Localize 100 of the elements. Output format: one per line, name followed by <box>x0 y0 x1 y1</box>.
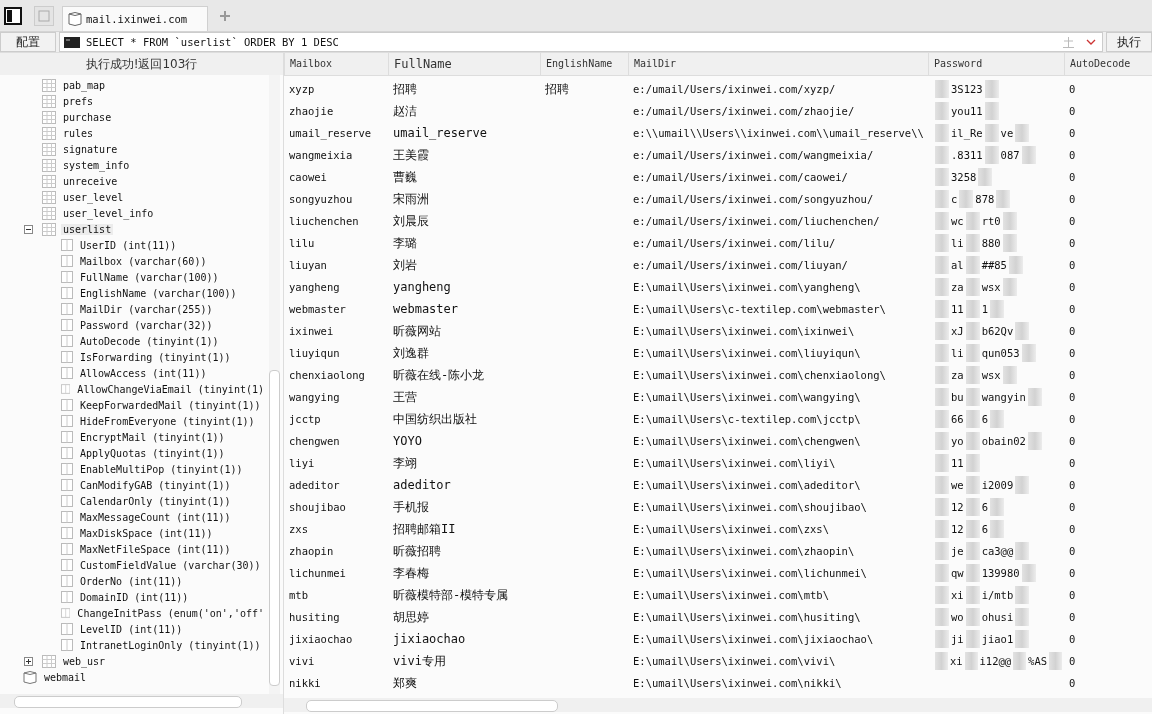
column-item[interactable]: ChangeInitPass (enum('on','off' <box>75 607 266 619</box>
table-cell: E:\umail\Users\ixinwei.com\yangheng\ <box>633 281 861 293</box>
table-cell: 昕薇模特部-模特专属 <box>393 586 509 604</box>
table-cell: e:/umail/Users/ixinwei.com/liuyan/ <box>633 259 848 271</box>
vertical-scrollbar[interactable] <box>269 75 280 694</box>
window-icon[interactable] <box>34 5 54 26</box>
table-item[interactable]: rules <box>61 127 96 139</box>
database-icon <box>23 669 37 685</box>
add-tab-icon[interactable] <box>220 10 230 21</box>
table-cell: 0 <box>1069 655 1076 667</box>
table-item[interactable]: signature <box>61 143 120 155</box>
column-icon <box>61 399 73 411</box>
table-item[interactable]: userlist <box>61 223 114 235</box>
column-item[interactable]: AllowChangeViaEmail (tinyint(1) <box>75 383 266 395</box>
table-item[interactable]: user_level_info <box>61 207 156 219</box>
expander-icon[interactable] <box>24 224 33 234</box>
redaction-mosaic <box>965 432 980 450</box>
column-item[interactable]: LevelID (int(11)) <box>78 623 185 635</box>
sidebar-toggle-icon[interactable] <box>4 6 22 25</box>
redaction-mosaic <box>935 80 949 98</box>
table-icon <box>42 654 56 668</box>
column-item[interactable]: FullName (varchar(100)) <box>78 271 221 283</box>
column-item[interactable]: KeepForwardedMail (tinyint(1)) <box>78 399 263 411</box>
expander-icon[interactable] <box>24 656 33 666</box>
horizontal-scrollbar[interactable] <box>284 698 1152 712</box>
run-button[interactable]: 执行 <box>1106 32 1152 52</box>
redaction-mosaic <box>935 476 949 494</box>
table-item[interactable]: unreceive <box>61 175 120 187</box>
redaction-mosaic <box>1008 256 1023 274</box>
sql-query-field[interactable]: SELECT * FROM `userlist` ORDER BY 1 DESC <box>59 32 1103 52</box>
database-item[interactable]: webmail <box>42 671 89 683</box>
table-cell: YOYO <box>393 434 422 448</box>
table-cell: E:\umail\Users\ixinwei.com\mtb\ <box>633 589 829 601</box>
column-header[interactable]: Mailbox <box>284 53 388 75</box>
column-item[interactable]: OrderNo (int(11)) <box>78 575 185 587</box>
column-item[interactable]: MaxDiskSpace (int(11)) <box>78 527 215 539</box>
column-header[interactable]: AutoDecode <box>1064 53 1134 75</box>
column-icon <box>61 271 73 283</box>
column-item[interactable]: HideFromEveryone (tinyint(1)) <box>78 415 257 427</box>
table-cell: E:\umail\Users\ixinwei.com\lichunmei\ <box>633 567 867 579</box>
column-item[interactable]: IsForwarding (tinyint(1)) <box>78 351 233 363</box>
column-item[interactable]: DomainID (int(11)) <box>78 591 191 603</box>
column-item[interactable]: MailDir (varchar(255)) <box>78 303 215 315</box>
table-cell: 刘逸群 <box>393 344 429 362</box>
table-cell: E:\umail\Users\ixinwei.com\vivi\ <box>633 655 836 667</box>
password-fragment: wc <box>951 215 964 227</box>
column-item[interactable]: Password (varchar(32)) <box>78 319 215 331</box>
column-item[interactable]: ApplyQuotas (tinyint(1)) <box>78 447 227 459</box>
column-item[interactable]: EncryptMail (tinyint(1)) <box>78 431 227 443</box>
connection-tab[interactable]: mail.ixinwei.com <box>62 6 208 31</box>
redaction-mosaic <box>1013 652 1027 670</box>
column-item[interactable]: CustomFieldValue (varchar(30)) <box>78 559 263 571</box>
redaction-mosaic <box>965 322 980 340</box>
column-item[interactable]: MaxNetFileSpace (int(11)) <box>78 543 233 555</box>
column-item[interactable]: UserID (int(11)) <box>78 239 179 251</box>
column-item[interactable]: EnableMultiPop (tinyint(1)) <box>78 463 245 475</box>
horizontal-scrollbar[interactable] <box>0 694 283 708</box>
column-header[interactable]: FullName <box>388 53 540 75</box>
column-header[interactable]: Password <box>928 53 1064 75</box>
table-cell: 0 <box>1069 589 1076 601</box>
table-cell: 0 <box>1069 83 1076 95</box>
table-item[interactable]: system_info <box>61 159 132 171</box>
column-header[interactable]: EnglishName <box>540 53 628 75</box>
table-cell: E:\umail\Users\ixinwei.com\zxs\ <box>633 523 829 535</box>
column-item[interactable]: IntranetLoginOnly (tinyint(1)) <box>78 639 263 651</box>
redaction-mosaic <box>1002 212 1017 230</box>
column-item[interactable]: EnglishName (varchar(100)) <box>78 287 239 299</box>
column-item[interactable]: Mailbox (varchar(60)) <box>78 255 209 267</box>
table-item[interactable]: pab_map <box>61 79 108 91</box>
column-item[interactable]: CanModifyGAB (tinyint(1)) <box>78 479 233 491</box>
redaction-mosaic <box>1002 366 1017 384</box>
table-cell: 赵洁 <box>393 102 417 120</box>
redaction-mosaic <box>1002 234 1017 252</box>
redaction-mosaic <box>1027 388 1042 406</box>
password-fragment: ve <box>1000 127 1014 139</box>
table-item[interactable]: user_level <box>61 191 126 203</box>
redaction-mosaic <box>935 124 949 142</box>
password-fragment: ca3@@ <box>981 545 1014 557</box>
redaction-mosaic <box>990 410 1004 428</box>
config-button[interactable]: 配置 <box>0 32 56 52</box>
column-item[interactable]: AllowAccess (int(11)) <box>78 367 209 379</box>
table-item[interactable]: purchase <box>61 111 114 123</box>
column-icon <box>61 639 73 651</box>
table-icon <box>42 222 56 236</box>
redaction-mosaic <box>935 146 949 164</box>
column-header[interactable]: MailDir <box>628 53 928 75</box>
column-item[interactable]: AutoDecode (tinyint(1)) <box>78 335 221 347</box>
password-fragment: b62Qv <box>981 325 1014 337</box>
column-icon <box>61 543 73 555</box>
table-cell: liuchenchen <box>289 215 359 227</box>
table-cell: wangying <box>289 391 340 403</box>
table-item[interactable]: web_usr <box>61 655 108 667</box>
table-cell: 0 <box>1069 479 1076 491</box>
password-fragment: yo <box>951 435 964 447</box>
chevron-down-icon[interactable] <box>1086 38 1096 46</box>
column-item[interactable]: MaxMessageCount (int(11)) <box>78 511 233 523</box>
table-item[interactable]: prefs <box>61 95 96 107</box>
password-fragment: %AS <box>1028 655 1048 667</box>
table-cell: webmaster <box>289 303 346 315</box>
column-item[interactable]: CalendarOnly (tinyint(1)) <box>78 495 233 507</box>
